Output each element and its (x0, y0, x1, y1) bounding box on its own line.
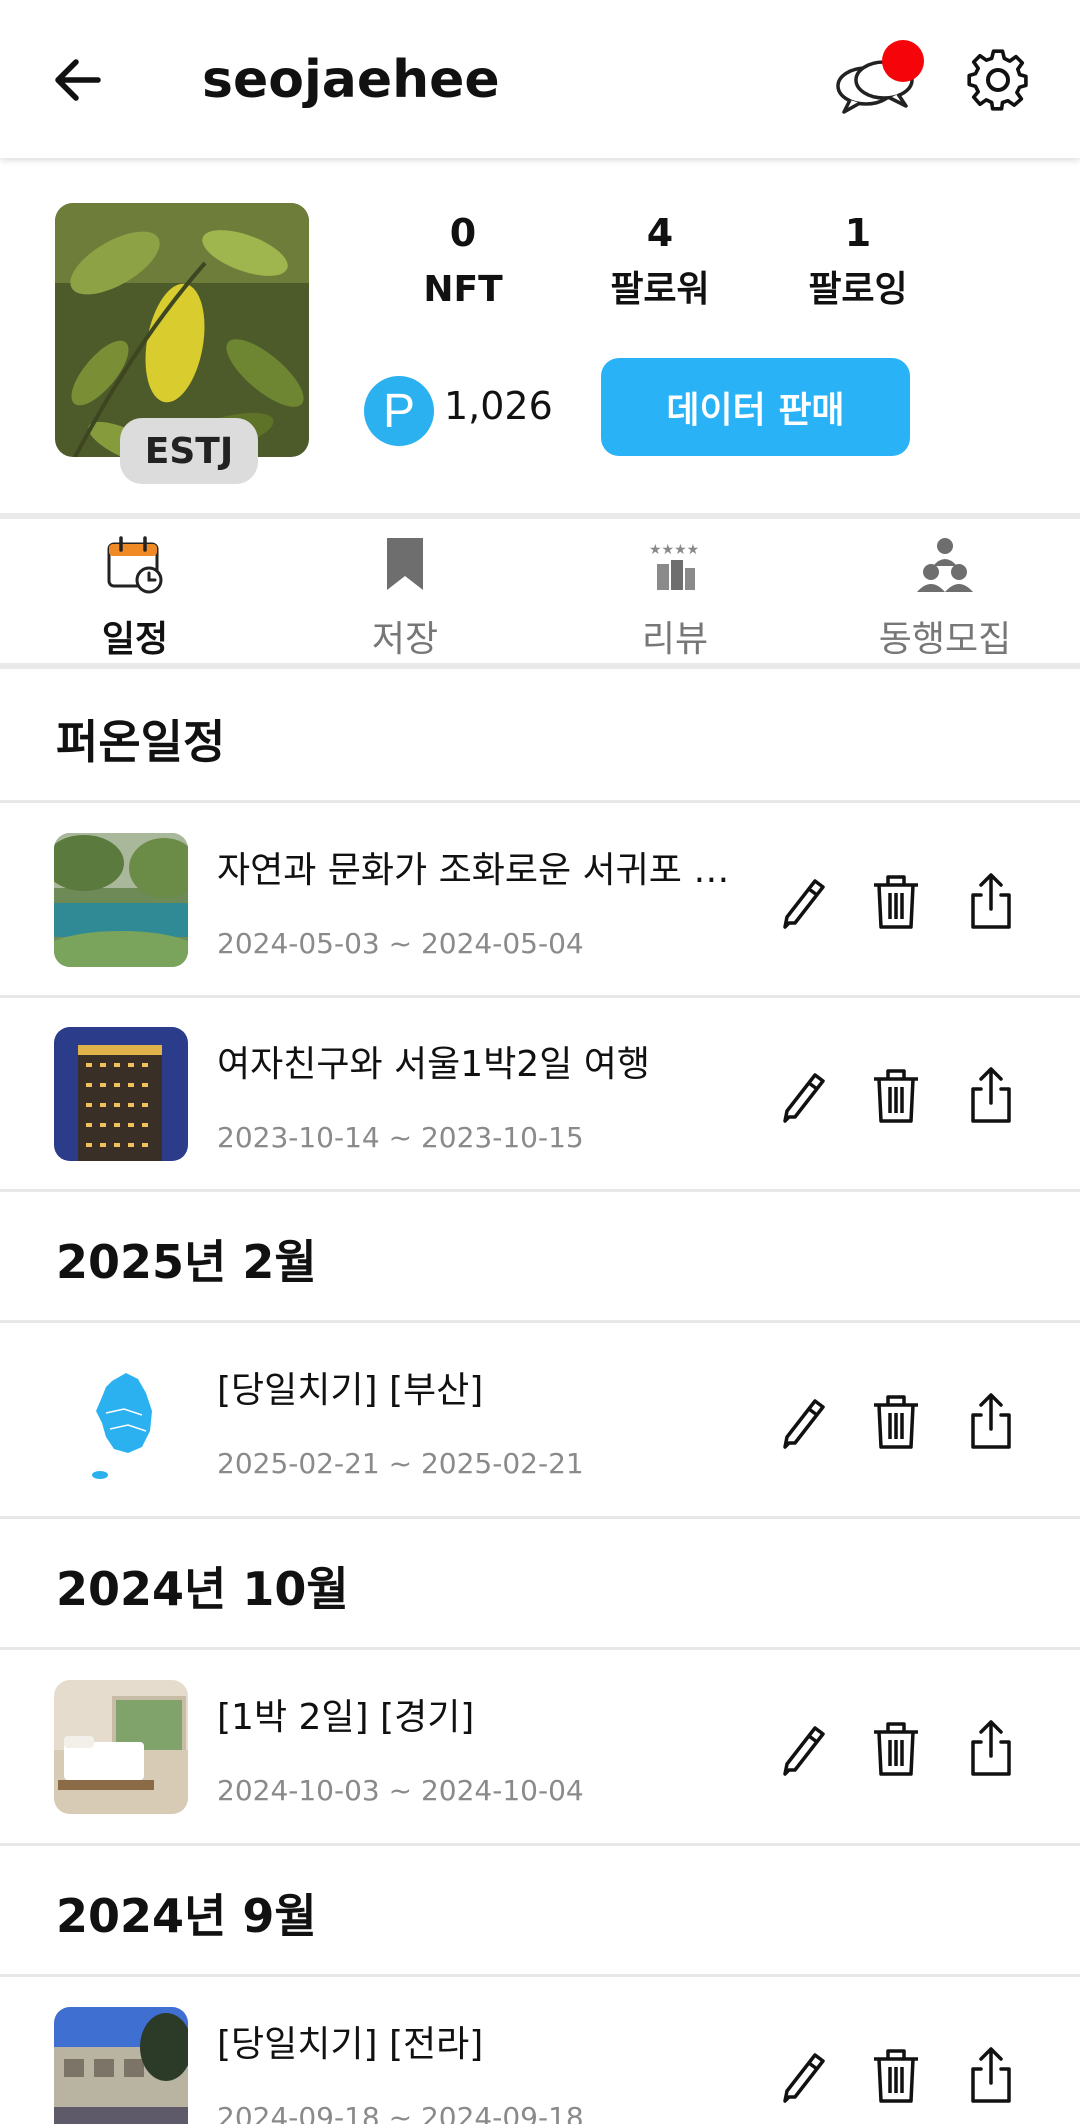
schedule-date: 2023-10-14 ~ 2023-10-15 (217, 1121, 584, 1154)
schedule-item[interactable]: [당일치기] [전라] 2024-09-18 ~ 2024-09-18 (0, 1977, 1080, 2124)
divider (0, 1516, 1080, 1519)
schedule-title: 여자친구와 서울1박2일 여행 (217, 1044, 651, 1085)
stat-followers-label: 팔로워 (610, 269, 710, 310)
schedule-item[interactable]: [당일치기] [부산] 2025-02-21 ~ 2025-02-21 (0, 1323, 1080, 1515)
schedule-item[interactable]: 여자친구와 서울1박2일 여행 2023-10-14 ~ 2023-10-15 (0, 997, 1080, 1189)
tab-saved[interactable]: 저장 (270, 528, 540, 660)
schedule-title: [당일치기] [전라] (217, 2024, 484, 2065)
divider (0, 1189, 1080, 1192)
share-icon[interactable] (963, 1391, 1019, 1451)
tab-schedule-label: 일정 (101, 619, 169, 660)
mbti-badge: ESTJ (120, 418, 258, 484)
bookmark-icon (375, 534, 435, 594)
tabs-bottom-divider (0, 663, 1080, 669)
share-icon[interactable] (963, 871, 1019, 931)
tab-companion-label: 동행모집 (878, 619, 1012, 660)
notification-badge (882, 40, 924, 82)
divider (0, 1843, 1080, 1846)
section-title: 2024년 9월 (56, 1889, 317, 1943)
share-icon[interactable] (963, 2045, 1019, 2105)
delete-trash-icon[interactable] (868, 1718, 924, 1778)
tab-reviews-label: 리뷰 (641, 619, 709, 660)
edit-pencil-icon[interactable] (775, 1391, 831, 1451)
review-stars-icon: ★★★★ (645, 534, 705, 594)
tab-schedule[interactable]: 일정 (0, 528, 270, 660)
schedule-thumbnail (54, 833, 188, 967)
share-icon[interactable] (963, 1718, 1019, 1778)
section-title: 퍼온일정 (56, 715, 226, 769)
profile-username: seojaehee (202, 50, 500, 110)
stat-following-value: 1 (844, 211, 872, 255)
schedule-thumbnail (54, 2007, 188, 2124)
tab-reviews[interactable]: ★★★★ 리뷰 (540, 528, 810, 660)
schedule-thumbnail (54, 1027, 188, 1161)
stat-nft-value: 0 (449, 211, 477, 255)
stat-following-label: 팔로잉 (808, 269, 908, 310)
schedule-date: 2024-10-03 ~ 2024-10-04 (217, 1774, 584, 1807)
tab-saved-label: 저장 (371, 619, 439, 660)
stat-followers-value: 4 (646, 211, 674, 255)
schedule-thumbnail (54, 1680, 188, 1814)
edit-pencil-icon[interactable] (775, 871, 831, 931)
schedule-title: 자연과 문화가 조화로운 서귀포 여행 (217, 850, 737, 891)
delete-trash-icon[interactable] (868, 2045, 924, 2105)
settings-gear-icon[interactable] (964, 46, 1032, 114)
delete-trash-icon[interactable] (868, 1065, 924, 1125)
schedule-item[interactable]: 자연과 문화가 조화로운 서귀포 여행 2024-05-03 ~ 2024-05… (0, 803, 1080, 995)
back-arrow-icon[interactable] (48, 50, 108, 110)
edit-pencil-icon[interactable] (775, 1718, 831, 1778)
section-title: 2024년 10월 (56, 1562, 349, 1616)
svg-text:★★★★: ★★★★ (649, 542, 699, 558)
edit-pencil-icon[interactable] (775, 1065, 831, 1125)
delete-trash-icon[interactable] (868, 1391, 924, 1451)
schedule-date: 2024-05-03 ~ 2024-05-04 (217, 927, 584, 960)
point-balance: 1,026 (444, 384, 553, 428)
point-coin-icon: P (364, 376, 434, 446)
edit-pencil-icon[interactable] (775, 2045, 831, 2105)
calendar-clock-icon (105, 534, 165, 594)
schedule-title: [1박 2일] [경기] (217, 1697, 475, 1738)
stat-followers[interactable]: 4 팔로워 (580, 205, 740, 319)
section-title: 2025년 2월 (56, 1235, 317, 1289)
schedule-thumbnail (54, 1353, 188, 1487)
schedule-item[interactable]: [1박 2일] [경기] 2024-10-03 ~ 2024-10-04 (0, 1650, 1080, 1842)
schedule-date: 2025-02-21 ~ 2025-02-21 (217, 1447, 584, 1480)
stat-following[interactable]: 1 팔로잉 (778, 205, 938, 319)
top-app-bar: seojaehee (0, 0, 1080, 158)
share-icon[interactable] (963, 1065, 1019, 1125)
schedule-title: [당일치기] [부산] (217, 1370, 484, 1411)
tabs-top-divider (0, 513, 1080, 519)
delete-trash-icon[interactable] (868, 871, 924, 931)
schedule-date: 2024-09-18 ~ 2024-09-18 (217, 2101, 584, 2124)
tab-companion[interactable]: 동행모집 (810, 528, 1080, 660)
sell-data-button[interactable]: 데이터 판매 (601, 358, 910, 456)
stat-nft-label: NFT (423, 269, 503, 310)
stat-nft[interactable]: 0 NFT (383, 205, 543, 319)
group-icon (915, 534, 975, 594)
